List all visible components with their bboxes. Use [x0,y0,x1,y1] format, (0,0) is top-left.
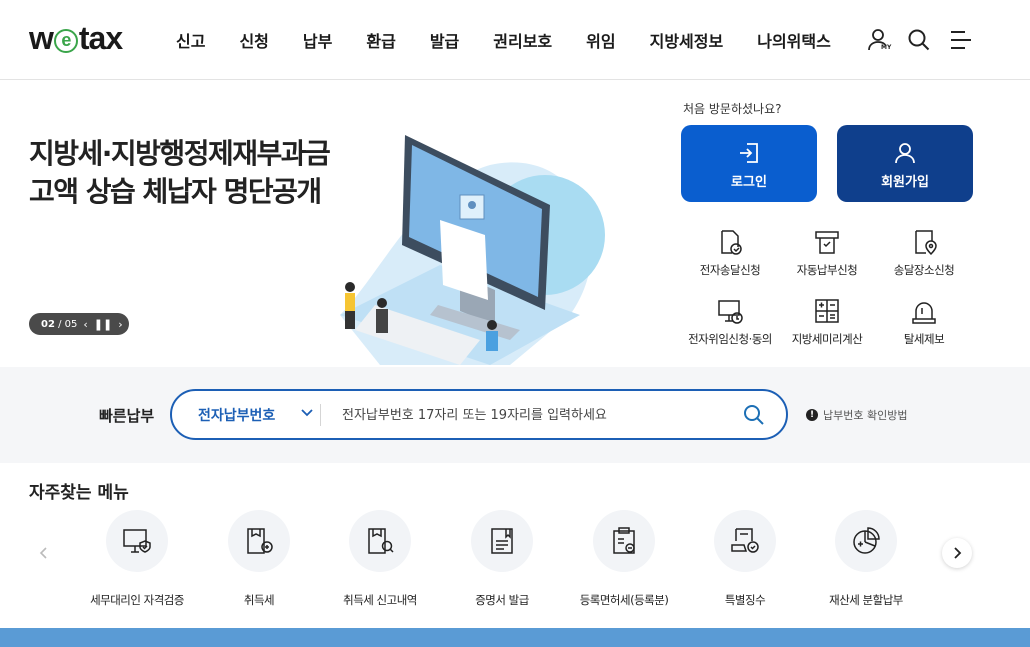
acquisition-tax-icon [247,528,273,554]
quick-tax-evasion-report-label: 탈세제보 [903,332,945,346]
banner-title-line1: 지방세·지방행정제재부과금 [29,137,331,170]
chevron-left-icon [39,547,47,559]
auto-pay-icon [815,231,839,254]
quick-tax-evasion-report[interactable]: 탈세제보 [874,297,974,347]
divider [320,404,321,426]
freq-certificate-label: 증명서 발급 [475,593,529,607]
nav-report[interactable]: 신고 [176,28,205,52]
my-user-icon[interactable]: MY [866,26,894,54]
wetax-logo[interactable]: w e tax [29,20,123,57]
quick-pay-box: 전자납부번호 [170,389,788,440]
login-icon [740,143,758,163]
pay-number-help-link[interactable]: ! 납부번호 확인방법 [806,407,907,423]
pay-number-type-select[interactable]: 전자납부번호 [198,405,275,425]
login-label: 로그인 [731,175,767,190]
freq-property-tax-installment-label: 재산세 분할납부 [829,593,903,607]
acquisition-history-icon [368,528,394,554]
certificate-icon [491,528,513,554]
quick-tax-calculator[interactable]: 지방세미리계산 [777,297,877,347]
signup-label: 회원가입 [881,175,929,190]
banner-illustration [340,135,605,365]
nav-pay[interactable]: 납부 [303,28,332,52]
nav-apply[interactable]: 신청 [239,28,268,52]
chevron-right-icon [954,547,962,559]
quick-e-delivery-label: 전자송달신청 [699,263,761,277]
quick-pay-label: 빠른납부 [99,407,155,425]
freq-certificate[interactable]: 증명서 발급 [442,510,562,608]
pay-number-input[interactable] [342,403,732,427]
nav-my-wetax[interactable]: 나의위택스 [757,28,831,52]
quick-delivery-place[interactable]: 송달장소신청 [874,228,974,278]
siren-icon [912,302,936,324]
freq-acquisition-tax-label: 취득세 [243,593,275,607]
calculator-icon [815,299,839,323]
pager-pause-icon[interactable]: ❚❚ [94,318,112,331]
banner-title-line2: 고액 상습 체납자 명단공개 [29,175,322,208]
quick-tax-calculator-label: 지방세미리계산 [791,332,863,346]
quick-auto-pay[interactable]: 자동납부신청 [777,228,877,278]
freq-property-tax-installment[interactable]: 재산세 분할납부 [806,510,926,608]
search-icon[interactable] [905,26,933,54]
pager-prev-icon[interactable]: ‹ [83,318,87,331]
first-visit-text: 처음 방문하셨나요? [683,102,782,116]
doc-check-icon [721,230,742,255]
signup-user-icon [895,143,915,164]
freq-acquisition-history[interactable]: 취득세 신고내역 [320,510,440,608]
nav-local-tax-info[interactable]: 지방세정보 [650,28,724,52]
quick-delivery-place-label: 송달장소신청 [893,263,955,277]
freq-acquisition-history-label: 취득세 신고내역 [343,593,417,607]
quick-e-delegation[interactable]: 전자위임신청·동의 [680,297,780,347]
monitor-shield-icon [123,529,151,553]
nav-issue[interactable]: 발급 [430,28,459,52]
site-header: w e tax 신고 신청 납부 환급 발급 권리보호 위임 지방세정보 나의위택스… [0,0,1030,80]
main-nav: 신고 신청 납부 환급 발급 권리보호 위임 지방세정보 나의위택스 [176,28,831,52]
freq-special-collection-label: 특별징수 [724,593,766,607]
doc-location-icon [915,230,937,256]
freq-registration-license-tax[interactable]: 등록면허세(등록분) [564,510,684,608]
quick-e-delivery[interactable]: 전자송달신청 [680,228,780,278]
search-icon[interactable] [742,403,766,427]
freq-special-collection[interactable]: 특별징수 [685,510,805,608]
nav-rights[interactable]: 권리보호 [493,28,552,52]
banner-title[interactable]: 지방세·지방행정제재부과금 고액 상습 체납자 명단공개 [29,135,331,211]
pie-split-icon [853,527,880,554]
chevron-down-icon[interactable] [300,405,314,419]
carousel-next-button[interactable] [942,538,972,568]
freq-registration-license-tax-label: 등록면허세(등록분) [579,593,669,607]
freq-tax-agent-verify[interactable]: 세무대리인 자격검증 [77,510,197,608]
special-collection-icon [731,528,759,553]
logo-e-icon: e [53,29,78,53]
signup-button[interactable]: 회원가입 [837,125,973,202]
login-button[interactable]: 로그인 [681,125,817,202]
banner-pager: 02 / 05 ‹ ❚❚ › [29,313,129,335]
pager-current: 02 [41,318,55,330]
freq-tax-agent-verify-label: 세무대리인 자격검증 [90,593,184,607]
clipboard-tax-icon [613,527,635,554]
info-icon: ! [806,409,818,421]
pager-total: / 05 [58,318,78,330]
freq-acquisition-tax[interactable]: 취득세 [199,510,319,608]
nav-refund[interactable]: 환급 [366,28,395,52]
quick-auto-pay-label: 자동납부신청 [796,263,858,277]
quick-e-delegation-label: 전자위임신청·동의 [688,332,772,346]
bottom-band [0,628,1030,647]
my-badge: MY [881,44,892,51]
monitor-delegate-icon [718,300,743,324]
pay-number-help-label: 납부번호 확인방법 [823,409,908,422]
menu-icon[interactable] [947,26,975,54]
nav-delegation[interactable]: 위임 [586,28,615,52]
frequent-menu-title: 자주찾는 메뉴 [29,483,129,503]
carousel-prev-button[interactable] [29,538,59,568]
pager-next-icon[interactable]: › [118,318,122,331]
